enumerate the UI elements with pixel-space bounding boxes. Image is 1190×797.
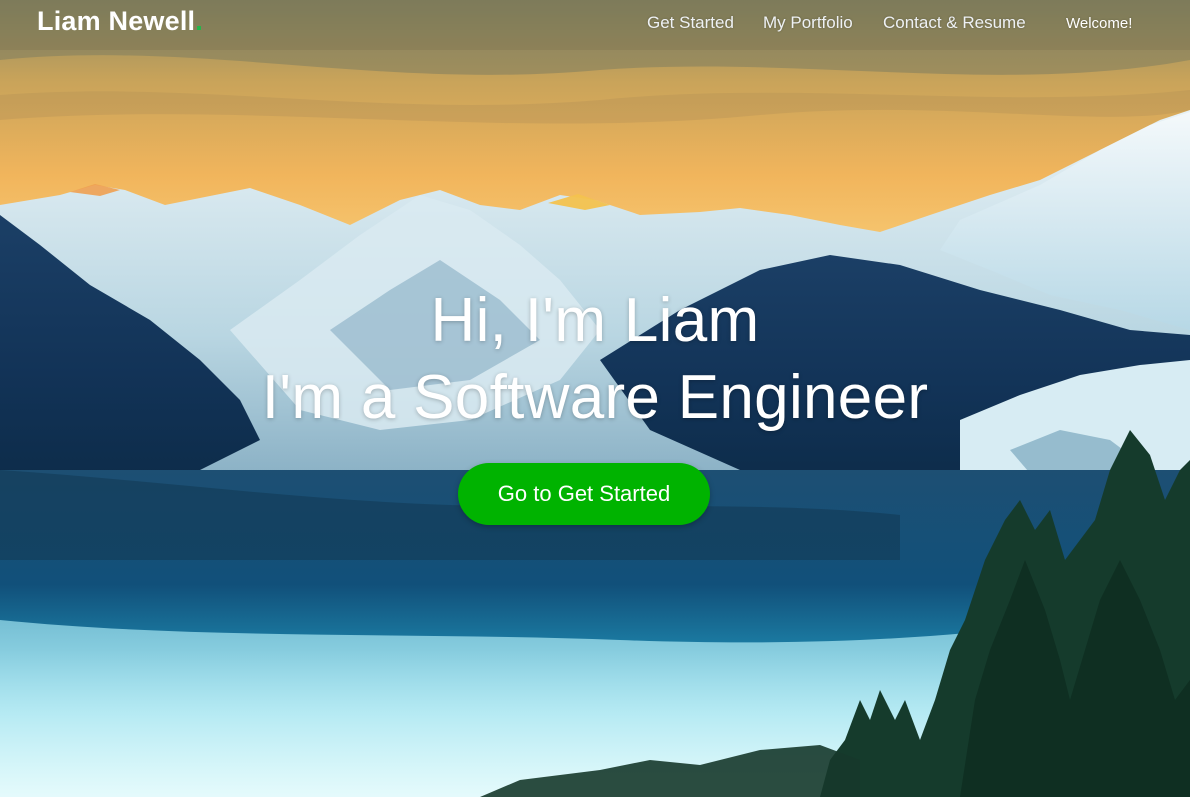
hero-section: Hi, I'm Liam I'm a Software Engineer	[0, 282, 1190, 436]
hero-heading: Hi, I'm Liam I'm a Software Engineer	[0, 282, 1190, 436]
nav-menu: Get Started My Portfolio Contact & Resum…	[0, 13, 1190, 37]
nav-link-contact-resume[interactable]: Contact & Resume	[883, 13, 1026, 33]
hero-greeting: Hi, I'm Liam	[430, 286, 760, 355]
get-started-button[interactable]: Go to Get Started	[458, 463, 710, 525]
nav-link-get-started[interactable]: Get Started	[647, 13, 734, 33]
nav-link-welcome[interactable]: Welcome!	[1066, 15, 1132, 32]
nav-link-my-portfolio[interactable]: My Portfolio	[763, 13, 853, 33]
top-navigation-bar: Liam Newell. Get Started My Portfolio Co…	[0, 0, 1190, 46]
hero-subtitle: I'm a Software Engineer	[261, 363, 929, 432]
